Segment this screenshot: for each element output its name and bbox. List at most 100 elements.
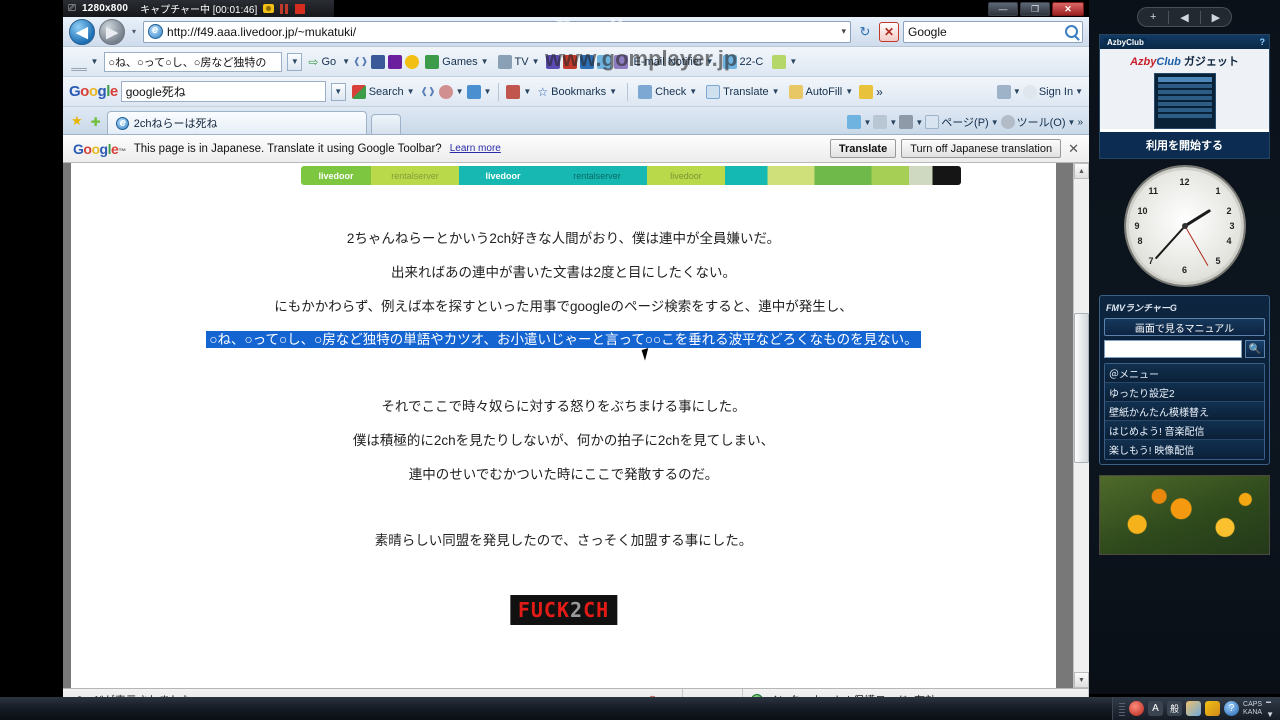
selected-text[interactable]: ○ね、○って○し、○房など独特の単語やカツオ、お小遣いじゃーと言って○○こを垂れ… (206, 331, 921, 348)
print-icon[interactable] (899, 115, 914, 129)
learn-more-link[interactable]: Learn more (450, 143, 501, 154)
tab-overflow-icon[interactable]: » (1077, 117, 1083, 128)
toolbar-overflow-icon[interactable]: » (876, 85, 883, 99)
fmv-list-item[interactable]: ＠メニュー (1105, 364, 1264, 383)
toolbar-tv-button[interactable]: TV ▼ (495, 51, 543, 73)
fmv-search-input[interactable] (1104, 340, 1242, 358)
chevron-down-icon[interactable]: ▼ (845, 87, 853, 96)
signin-label[interactable]: Sign In (1039, 86, 1073, 98)
chevron-down-icon[interactable]: ▼ (789, 57, 797, 66)
toolbar-weather-button[interactable]: 22-C (720, 51, 767, 73)
fmv-list-item[interactable]: ゆったり設定2 (1105, 383, 1264, 402)
google-bookmarks-button[interactable]: ☆ Bookmarks ▼ (534, 81, 620, 103)
favorites-star-icon[interactable]: ★ (69, 113, 85, 129)
chevron-down-icon[interactable]: ▼ (484, 87, 492, 96)
toolbar-brand-icon[interactable]: ‗‗ ▼ (69, 51, 101, 73)
notes-icon[interactable] (613, 54, 628, 69)
chevron-down-icon[interactable]: ▼ (863, 118, 871, 127)
scrollbar-thumb[interactable] (1074, 313, 1089, 463)
facebook-icon[interactable] (371, 54, 386, 69)
wrench-icon[interactable] (996, 84, 1011, 99)
screenshot-icon[interactable] (263, 4, 275, 13)
stop-icon[interactable] (295, 3, 306, 14)
page-menu-label[interactable]: ページ(P) (941, 114, 988, 130)
toolbar-g-tag-button[interactable]: ▼ (769, 51, 800, 73)
tray-minimize-icon[interactable]: ━ (1266, 698, 1274, 707)
chevron-down-icon[interactable]: ▼ (991, 118, 999, 127)
new-tab-button[interactable] (370, 114, 401, 134)
google-search-dropdown[interactable]: ▼ (330, 82, 346, 101)
plus-add-icon[interactable] (466, 84, 481, 99)
tray-expand-icon[interactable]: ▼ (1266, 710, 1274, 719)
toolbar-go-button[interactable]: ⇨ Go (305, 51, 339, 73)
chevron-down-icon[interactable]: ▼ (609, 87, 617, 96)
chevron-down-icon[interactable]: ▼ (90, 57, 98, 66)
refresh-button[interactable]: ↻ (855, 21, 875, 43)
ime-tool-icon[interactable] (1205, 701, 1221, 716)
tab-active[interactable]: 2chねらーは死ね (106, 111, 367, 134)
google-translate-button[interactable]: Translate ▼ (703, 81, 782, 103)
tools-menu-label[interactable]: ツール(O) (1017, 114, 1066, 130)
chevron-down-icon[interactable]: ▼ (1075, 87, 1083, 96)
chevron-down-icon[interactable]: ▼ (689, 87, 697, 96)
yahoo-icon[interactable] (388, 54, 403, 69)
google-check-button[interactable]: Check ▼ (635, 81, 700, 103)
vertical-scrollbar[interactable]: ▲ ▼ (1073, 163, 1089, 688)
chevron-down-icon[interactable]: ▼ (889, 118, 897, 127)
clock-gadget[interactable]: 12 1 2 3 4 5 6 7 8 9 10 11 (1125, 167, 1244, 285)
add-favorite-icon[interactable]: ✚ (89, 115, 103, 129)
prev-gadget-button[interactable]: ◀ (1168, 10, 1199, 24)
chevron-down-icon[interactable]: ▼ (407, 87, 415, 96)
tray-grip-icon[interactable] (1119, 701, 1126, 716)
chevron-down-icon[interactable]: ▼ (772, 87, 780, 96)
fmv-list-item[interactable]: はじめよう! 音楽配信 (1105, 421, 1264, 440)
fuck2ch-banner-image[interactable]: FUCK2CH (509, 595, 618, 625)
fmv-manual-button[interactable]: 画面で見るマニュアル (1104, 318, 1265, 336)
stop-button[interactable]: ✕ (879, 21, 899, 42)
chevron-down-icon[interactable]: ▼ (706, 57, 714, 66)
bookmark-icon[interactable] (579, 54, 594, 69)
chevron-down-icon[interactable]: ▼ (915, 118, 923, 127)
next-gadget-button[interactable]: ▶ (1199, 10, 1231, 24)
search-box[interactable]: Google (903, 20, 1083, 43)
toolbar-search-input[interactable]: ○ね、○って○し、○房など独特の (104, 51, 283, 72)
chevron-down-icon[interactable]: ▼ (481, 57, 489, 66)
minimize-button[interactable]: — (988, 2, 1018, 16)
chevron-down-icon[interactable]: ▼ (1068, 118, 1076, 127)
google-search-input[interactable]: google死ね (120, 81, 326, 102)
scroll-up-button[interactable]: ▲ (1074, 163, 1089, 179)
toolbar-games-button[interactable]: Games ▼ (422, 51, 491, 73)
azby-start-button[interactable]: 利用を開始する (1100, 132, 1269, 158)
photos-icon[interactable] (596, 54, 611, 69)
ime-pad-icon[interactable] (1186, 701, 1202, 716)
pause-icon[interactable] (280, 3, 289, 14)
chevron-down-icon[interactable]: ▼ (523, 87, 531, 96)
back-button[interactable]: ◀ (69, 18, 95, 45)
azby-club-gadget[interactable]: AzbyClub ? AzbyClub ガジェット 利用を開始する (1099, 34, 1270, 159)
search-icon[interactable] (1065, 25, 1078, 38)
feeds-icon[interactable] (873, 115, 888, 129)
fmv-list-item[interactable]: 壁紙かんたん模様替え (1105, 402, 1264, 421)
ime-kana-icon[interactable]: 般 (1167, 701, 1183, 716)
magnifier-icon[interactable]: 🔍 (1245, 340, 1265, 358)
toolbar-search-dropdown[interactable]: ▼ (287, 52, 303, 71)
flower-photo-gadget[interactable] (1099, 475, 1270, 555)
alert-icon[interactable] (562, 54, 577, 69)
turn-off-translation-button[interactable]: Turn off Japanese translation (901, 139, 1062, 158)
toolbar-mail-button[interactable]: E-mail Notifier ▼ (631, 51, 717, 73)
chevron-down-icon[interactable]: ▼ (342, 57, 350, 66)
google-autofill-button[interactable]: AutoFill ▼ (786, 81, 857, 103)
chevron-down-icon[interactable]: ▼ (1013, 87, 1021, 96)
scroll-down-button[interactable]: ▼ (1074, 672, 1089, 688)
close-button[interactable]: ✕ (1052, 2, 1084, 16)
add-gadget-button[interactable]: + (1138, 11, 1168, 23)
forward-button[interactable]: ▶ (99, 18, 125, 45)
ime-a-icon[interactable]: A (1148, 701, 1164, 716)
highlighter-icon[interactable] (859, 84, 874, 99)
page-paragraph-selected[interactable]: ○ね、○って○し、○房など独特の単語やカツオ、お小遣いじゃーと言って○○こを垂れ… (71, 328, 1056, 348)
translate-button[interactable]: Translate (829, 139, 897, 158)
sidewiki-icon[interactable] (438, 84, 453, 99)
maximize-button[interactable]: ❐ (1020, 2, 1050, 16)
help-icon[interactable]: ? (1224, 701, 1240, 716)
address-bar[interactable]: http://f49.aaa.livedoor.jp/~mukatuki/ ▾ (143, 20, 851, 43)
